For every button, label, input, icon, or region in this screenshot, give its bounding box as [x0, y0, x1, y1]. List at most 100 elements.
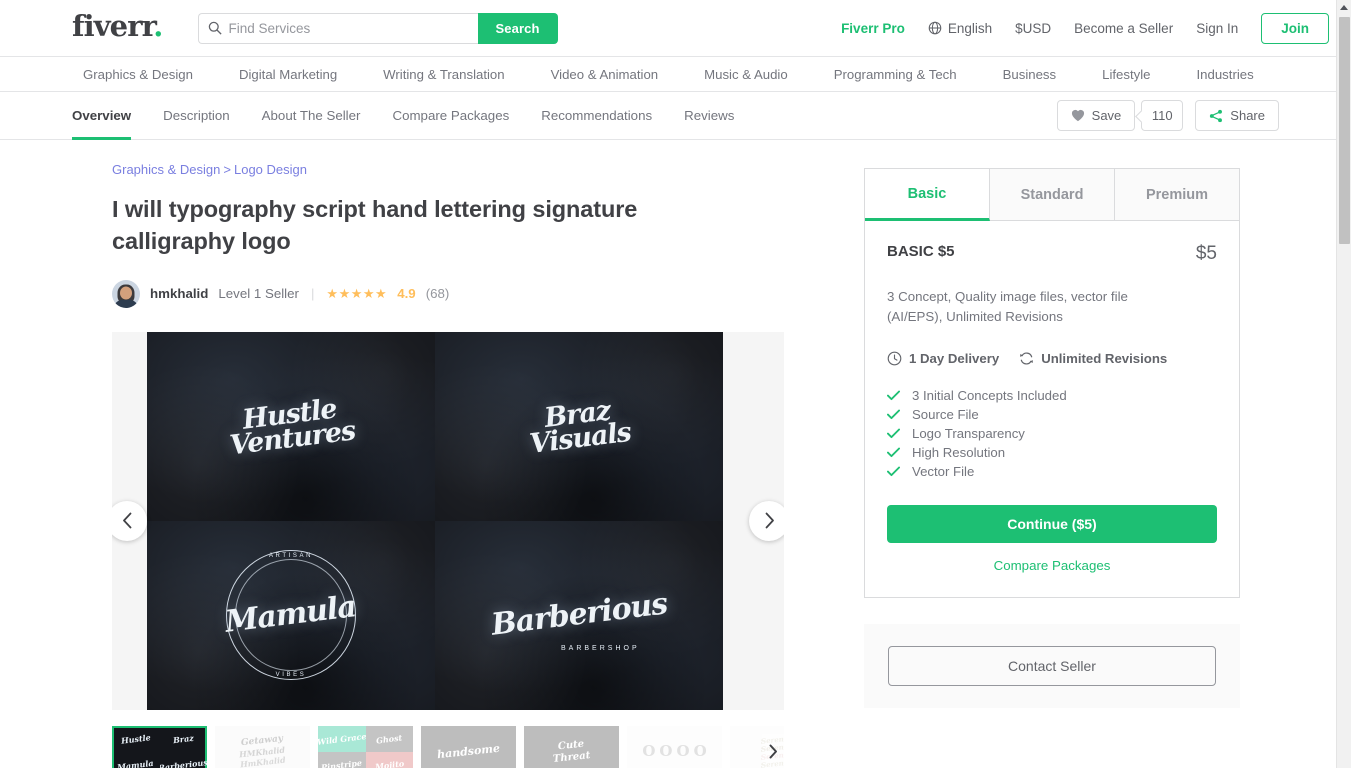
gig-gallery: Hustle Ventures Braz Visuals ARTISAN Mam… — [112, 331, 784, 710]
site-header: fiverr. Search Fiverr Pro English — [0, 0, 1351, 57]
seller-info: hmkhalid Level 1 Seller | ★★★★★ 4.9 (68) — [112, 279, 784, 308]
thumbnail-3[interactable]: Wild Grace Ghost Pinstripe Mojito — [318, 725, 413, 768]
avatar[interactable] — [112, 279, 140, 308]
thumbnail-6-label-4: O — [693, 742, 707, 761]
thumbnail-1[interactable]: Hustle Braz Mamula Barberious — [112, 725, 208, 768]
thumbnail-3-label-1: Wild Grace — [318, 730, 366, 747]
seller-name[interactable]: hmkhalid — [150, 286, 208, 301]
thumbnail-1-label-4: Barberious — [159, 756, 208, 768]
check-icon — [887, 409, 900, 420]
contact-seller-button[interactable]: Contact Seller — [888, 646, 1216, 687]
save-button[interactable]: Save — [1056, 100, 1136, 131]
category-industries[interactable]: Industries — [1174, 67, 1277, 82]
thumbnail-6[interactable]: O O O O — [627, 725, 722, 768]
tab-compare-packages[interactable]: Compare Packages — [392, 92, 509, 140]
compare-packages-link[interactable]: Compare Packages — [887, 558, 1217, 573]
gallery-cell-4-sub: BARBERSHOP — [561, 644, 640, 652]
package-delivery-label: 1 Day Delivery — [909, 351, 1000, 367]
gallery-cell-4-line1: Barberious — [489, 586, 669, 643]
tab-reviews[interactable]: Reviews — [684, 92, 734, 140]
category-lifestyle[interactable]: Lifestyle — [1079, 67, 1173, 82]
category-graphics-design[interactable]: Graphics & Design — [60, 67, 216, 82]
category-video-animation[interactable]: Video & Animation — [528, 67, 682, 82]
thumbnail-5[interactable]: Cute Threat — [524, 725, 619, 768]
search-input-wrapper[interactable] — [197, 12, 478, 44]
feature-item: Logo Transparency — [887, 424, 1217, 443]
gallery-cell-3: ARTISAN Mamula VIBES — [147, 520, 435, 710]
nav-become-seller[interactable]: Become a Seller — [1074, 21, 1173, 36]
join-button[interactable]: Join — [1261, 12, 1329, 44]
thumbnail-3-label-4: Mojito — [374, 758, 405, 768]
tab-recommendations[interactable]: Recommendations — [541, 92, 652, 140]
header-nav: Fiverr Pro English $USD Become a Seller … — [841, 12, 1329, 44]
refresh-icon — [1020, 352, 1034, 365]
tab-about-the-seller[interactable]: About The Seller — [262, 92, 361, 140]
search-bar: Search — [197, 12, 558, 44]
category-business[interactable]: Business — [980, 67, 1080, 82]
scrollbar-thumb[interactable] — [1339, 17, 1350, 244]
continue-button[interactable]: Continue ($5) — [887, 505, 1217, 544]
save-count-badge: 110 — [1141, 100, 1184, 131]
gallery-cell-3-micro-top: ARTISAN — [268, 552, 314, 559]
main-content: Graphics & Design > Logo Design I will typ… — [0, 140, 1351, 768]
thumbnail-6-label-1: O — [642, 742, 656, 761]
search-button[interactable]: Search — [477, 12, 558, 44]
check-icon — [887, 447, 900, 458]
thumbnail-3-label-3: Pinstripe — [320, 757, 363, 768]
category-digital-marketing[interactable]: Digital Marketing — [216, 67, 360, 82]
gallery-thumbnail-strip: Hustle Braz Mamula Barberious Getaway HM… — [112, 725, 784, 768]
gallery-cell-3-micro-bottom: VIBES — [275, 671, 307, 678]
gallery-next-button[interactable] — [749, 500, 784, 541]
feature-item: Source File — [887, 405, 1217, 424]
save-label: Save — [1091, 108, 1122, 123]
feature-label: Source File — [912, 407, 979, 423]
check-icon — [887, 428, 900, 439]
thumbnail-4-label-1: handsome — [436, 742, 501, 762]
nav-fiverr-pro[interactable]: Fiverr Pro — [841, 21, 905, 36]
scrollbar-up-arrow[interactable] — [1337, 0, 1351, 15]
category-programming-tech[interactable]: Programming & Tech — [811, 67, 980, 82]
tab-description[interactable]: Description — [163, 92, 230, 140]
rating-stars-icon: ★★★★★ — [326, 285, 388, 301]
share-button[interactable]: Share — [1195, 100, 1279, 131]
rating-value: 4.9 — [397, 286, 416, 302]
breadcrumb-subcategory[interactable]: Logo Design — [234, 162, 307, 177]
check-icon — [887, 466, 900, 477]
category-writing-translation[interactable]: Writing & Translation — [360, 67, 527, 82]
category-nav: Graphics & Design Digital Marketing Writ… — [0, 57, 1351, 92]
clock-icon — [887, 352, 902, 366]
gig-right-column: Basic Standard Premium BASIC $5 $5 3 Con… — [864, 162, 1240, 768]
feature-label: Vector File — [912, 464, 975, 480]
category-music-audio[interactable]: Music & Audio — [681, 67, 811, 82]
feature-label: High Resolution — [912, 445, 1006, 461]
package-tab-basic[interactable]: Basic — [865, 169, 990, 221]
share-icon — [1210, 109, 1223, 122]
gallery-cell-1: Hustle Ventures — [147, 331, 435, 521]
thumbnails-next-button[interactable] — [762, 733, 784, 768]
vertical-scrollbar[interactable] — [1336, 0, 1351, 768]
breadcrumb-category[interactable]: Graphics & Design — [112, 162, 220, 177]
check-icon — [887, 390, 900, 401]
globe-icon — [928, 21, 942, 35]
page-title: I will typography script hand lettering … — [112, 196, 638, 255]
package-tab-standard[interactable]: Standard — [990, 169, 1115, 221]
page-root: fiverr. Search Fiverr Pro English — [0, 0, 1351, 768]
tab-overview[interactable]: Overview — [72, 92, 132, 140]
gallery-prev-button[interactable] — [112, 500, 147, 541]
thumbnail-1-label-3: Mamula — [116, 757, 155, 768]
nav-language-label[interactable]: English — [948, 21, 992, 36]
fiverr-logo[interactable]: fiverr. — [72, 12, 163, 41]
package-meta: 1 Day Delivery Unlimited Revisions — [887, 351, 1217, 366]
thumbnail-2[interactable]: Getaway HMKhalid HmKhalid — [215, 725, 310, 768]
package-tab-premium[interactable]: Premium — [1115, 169, 1239, 221]
search-input[interactable] — [228, 20, 469, 36]
breadcrumb-separator: > — [223, 162, 231, 177]
feature-label: Logo Transparency — [912, 426, 1025, 442]
gallery-main-image[interactable]: Hustle Ventures Braz Visuals ARTISAN Mam… — [147, 331, 723, 710]
feature-item: Vector File — [887, 462, 1217, 481]
nav-currency[interactable]: $USD — [1015, 21, 1051, 36]
nav-sign-in[interactable]: Sign In — [1196, 21, 1238, 36]
breadcrumb: Graphics & Design > Logo Design — [112, 162, 784, 177]
thumbnail-4[interactable]: handsome — [421, 725, 516, 768]
nav-language[interactable]: English — [928, 21, 992, 36]
